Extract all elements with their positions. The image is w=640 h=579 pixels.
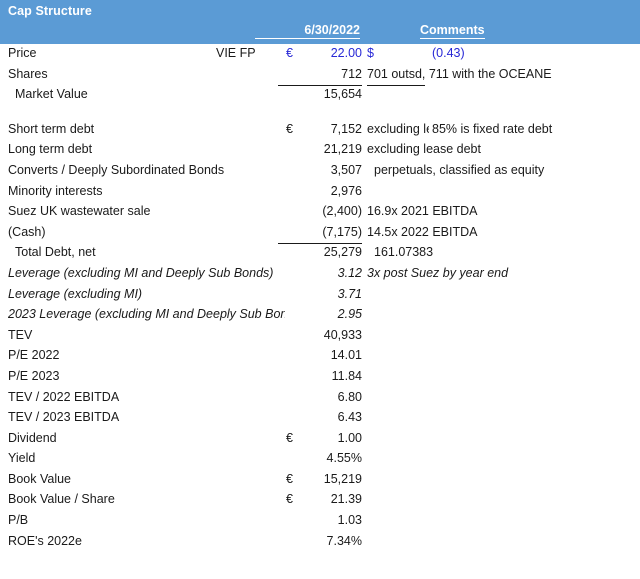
row-label: Book Value / Share	[8, 492, 115, 507]
table-row: Suez UK wastewater sale (2,400) 16.9x 20…	[0, 202, 640, 223]
row-value: 22.00	[330, 46, 362, 60]
row-value: 1.00	[337, 430, 362, 445]
table-row: Short term debt € 7,152 excluding lease …	[0, 120, 640, 141]
row-value: 3.71	[337, 286, 362, 301]
row-value: 7,152	[330, 121, 362, 136]
table-row: (Cash) (7,175) 14.5x 2022 EBITDA	[0, 223, 640, 244]
row-comment: excluding lease debt	[367, 121, 429, 136]
row-value: 2.95	[337, 307, 362, 322]
table-row: Total Debt, net 25,279 161.07383	[0, 243, 640, 264]
row-label: Market Value	[15, 87, 88, 102]
row-comment: perpetuals, classified as equity	[374, 162, 545, 177]
row-label: Suez UK wastewater sale	[8, 204, 151, 219]
row-label: P/B	[8, 513, 29, 528]
row-value: 6.43	[337, 410, 362, 425]
row-value: (2,400)	[322, 204, 362, 219]
table-row: Market Value 15,654	[0, 85, 640, 106]
row-label: TEV	[8, 327, 33, 342]
table-row: P/E 2022 14.01	[0, 346, 640, 367]
rows-container: Price VIE FP € 22.00 $ (0.43) Shares 712…	[0, 44, 640, 552]
table-row: Yield 4.55%	[0, 449, 640, 470]
table-row: TEV / 2022 EBITDA 6.80	[0, 388, 640, 409]
row-value: 21.39	[330, 492, 362, 507]
row-comment: 161.07383	[374, 245, 434, 260]
table-row: P/B 1.03	[0, 511, 640, 532]
row-value: 6.80	[337, 389, 362, 404]
row-label: Dividend	[8, 430, 57, 445]
row-label: Leverage (excluding MI and Deeply Sub Bo…	[8, 265, 274, 280]
row-value: (7,175)	[322, 224, 362, 239]
row-comment-currency: $	[367, 46, 374, 60]
table-row: 2023 Leverage (excluding MI and Deeply S…	[0, 305, 640, 326]
spacer-row	[0, 106, 640, 120]
row-comment: 3x post Suez by year end	[367, 265, 509, 280]
row-label: (Cash)	[8, 224, 46, 239]
row-label: Converts / Deeply Subordinated Bonds	[8, 162, 225, 177]
page-title: Cap Structure	[8, 4, 92, 18]
row-label: Yield	[8, 451, 36, 466]
row-comment: excluding lease debt	[367, 142, 481, 157]
table-row: Book Value € 15,219	[0, 470, 640, 491]
header-band: Cap Structure 6/30/2022 Comments	[0, 0, 640, 44]
row-label: TEV / 2022 EBITDA	[8, 389, 120, 404]
row-comment-value: (0.43)	[432, 46, 465, 60]
table-row: Long term debt 21,219 excluding lease de…	[0, 140, 640, 161]
row-comment: 14.5x 2022 EBITDA	[367, 224, 478, 239]
row-value: 21,219	[323, 142, 362, 157]
row-label: P/E 2022	[8, 348, 60, 363]
row-label: TEV / 2023 EBITDA	[8, 410, 120, 425]
table-row: Shares 712 701 outsd, 711 with the OCEAN…	[0, 65, 640, 86]
table-row: Leverage (excluding MI and Deeply Sub Bo…	[0, 264, 640, 285]
row-label: Total Debt, net	[15, 245, 96, 260]
row-value: 15,654	[323, 87, 362, 102]
row-label: Minority interests	[8, 183, 103, 198]
row-comment: 701 outsd, 711 with the OCEANE	[367, 66, 552, 81]
row-value: 2,976	[330, 183, 362, 198]
cap-structure-spreadsheet: Cap Structure 6/30/2022 Comments Price V…	[0, 0, 640, 579]
row-value: 3,507	[330, 162, 362, 177]
row-label: Short term debt	[8, 121, 95, 136]
row-label: P/E 2023	[8, 368, 60, 383]
row-value: 712	[341, 66, 362, 81]
row-label: ROE's 2022e	[8, 533, 82, 548]
row-label: Book Value	[8, 471, 72, 486]
column-header-date: 6/30/2022	[255, 23, 360, 39]
row-value: 3.12	[337, 265, 362, 280]
table-row: P/E 2023 11.84	[0, 367, 640, 388]
row-label: Leverage (excluding MI)	[8, 286, 143, 301]
table-row: ROE's 2022e 7.34%	[0, 532, 640, 553]
row-value: 40,933	[323, 327, 362, 342]
row-value: 1.03	[337, 513, 362, 528]
table-row: Dividend € 1.00	[0, 429, 640, 450]
column-header-comments: Comments	[420, 23, 485, 39]
table-row: TEV 40,933	[0, 326, 640, 347]
row-value: 15,219	[323, 471, 362, 486]
table-row: Leverage (excluding MI) 3.71	[0, 285, 640, 306]
row-value: 25,279	[323, 245, 362, 260]
row-value: 7.34%	[326, 533, 362, 548]
row-comment: 16.9x 2021 EBITDA	[367, 204, 478, 219]
table-row: Converts / Deeply Subordinated Bonds 3,5…	[0, 161, 640, 182]
row-value: 14.01	[330, 348, 362, 363]
row-label: Shares	[8, 66, 48, 81]
row-value: 11.84	[331, 368, 362, 383]
row-label: Price	[8, 46, 37, 60]
row-label: 2023 Leverage (excluding MI and Deeply S…	[8, 307, 285, 322]
row-value: 4.55%	[326, 451, 362, 466]
table-row: Price VIE FP € 22.00 $ (0.43)	[0, 44, 640, 65]
table-row: Book Value / Share € 21.39	[0, 490, 640, 511]
row-comment-secondary: 85% is fixed rate debt	[432, 121, 553, 136]
table-row: Minority interests 2,976	[0, 182, 640, 203]
row-label: Long term debt	[8, 142, 93, 157]
table-row: TEV / 2023 EBITDA 6.43	[0, 408, 640, 429]
